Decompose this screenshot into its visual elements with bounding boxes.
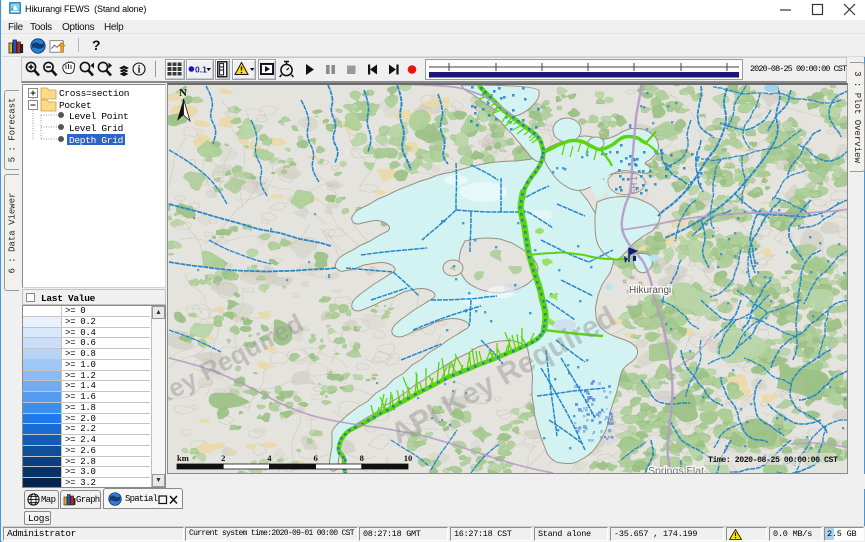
svg-text:Springs Flat: Springs Flat: [648, 465, 704, 473]
svg-text:Level Point: Level Point: [69, 111, 128, 122]
svg-text:Level Grid: Level Grid: [69, 123, 123, 134]
svg-text:SH 1: SH 1: [630, 176, 639, 194]
svg-text:4: 4: [267, 453, 272, 463]
svg-text:10: 10: [404, 453, 413, 463]
svg-text:N: N: [179, 87, 187, 99]
svg-text:Hikurangi: Hikurangi: [629, 285, 671, 296]
svg-text:8: 8: [360, 453, 364, 463]
svg-text:6: 6: [313, 453, 317, 463]
svg-text:0.1: 0.1: [195, 65, 207, 75]
svg-text:Pocket: Pocket: [59, 100, 91, 111]
svg-text:km: km: [177, 453, 189, 463]
svg-text:i: i: [138, 65, 141, 76]
svg-text:Depth Grid: Depth Grid: [69, 135, 123, 146]
svg-text:Time: 2020-08-25 00:00:00 CST: Time: 2020-08-25 00:00:00 CST: [708, 455, 838, 465]
svg-text:Cross=section: Cross=section: [59, 88, 129, 99]
svg-text:2: 2: [221, 453, 225, 463]
